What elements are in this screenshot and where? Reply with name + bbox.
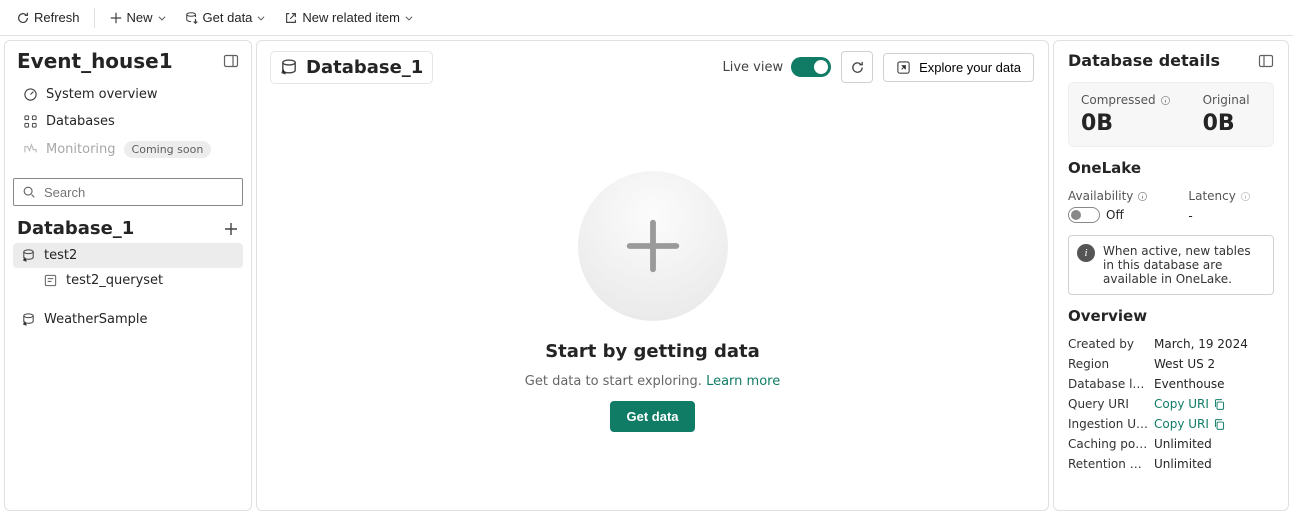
onelake-availability-toggle[interactable] xyxy=(1068,207,1100,223)
chevron-down-icon xyxy=(256,13,266,23)
onelake-info-text: When active, new tables in this database… xyxy=(1103,244,1265,286)
shortcut-icon xyxy=(21,312,36,327)
empty-state-illustration xyxy=(578,171,728,321)
refresh-icon xyxy=(16,11,30,25)
availability-label: Availability xyxy=(1068,189,1133,203)
database-name: Database_1 xyxy=(306,57,423,78)
get-data-button[interactable]: Get data xyxy=(177,6,275,29)
new-button[interactable]: New xyxy=(101,6,175,29)
get-data-label: Get data xyxy=(203,10,253,25)
database-section-title: Database_1 xyxy=(17,218,134,239)
toolbar-separator xyxy=(94,8,95,28)
left-panel: Event_house1 System overview Databases xyxy=(4,40,252,511)
storage-stats-card: Compressed 0B Original 0B xyxy=(1068,82,1274,147)
collapse-panel-icon[interactable] xyxy=(223,53,239,69)
plus-icon xyxy=(109,11,123,25)
search-input-wrap[interactable] xyxy=(13,178,243,206)
queryset-icon xyxy=(43,273,58,288)
database-location-value: Eventhouse xyxy=(1154,377,1274,391)
new-label: New xyxy=(127,10,153,25)
database-arrow-icon xyxy=(185,11,199,25)
chevron-down-icon xyxy=(157,13,167,23)
ingestion-url-copy[interactable]: Copy URI xyxy=(1154,417,1274,431)
get-data-cta-button[interactable]: Get data xyxy=(610,401,694,432)
region-label: Region xyxy=(1068,357,1148,371)
database-details-title: Database details xyxy=(1068,51,1220,70)
empty-state-subtitle: Get data to start exploring. Learn more xyxy=(525,374,780,389)
retention-policy-label: Retention policy xyxy=(1068,457,1148,471)
tree-item-label: test2_queryset xyxy=(66,273,235,288)
database-location-label: Database locati… xyxy=(1068,377,1148,391)
nav-system-overview-label: System overview xyxy=(46,87,158,102)
compass-icon xyxy=(896,60,911,75)
retention-policy-value: Unlimited xyxy=(1154,457,1274,471)
tree-item-label: WeatherSample xyxy=(44,312,235,327)
empty-state-title: Start by getting data xyxy=(545,341,760,362)
ingestion-url-label: Ingestion URL xyxy=(1068,417,1148,431)
shortcut-icon xyxy=(21,248,36,263)
copy-icon xyxy=(1213,398,1226,411)
original-label: Original xyxy=(1203,93,1250,107)
copy-icon xyxy=(1213,418,1226,431)
created-by-label: Created by xyxy=(1068,337,1148,351)
chevron-down-icon xyxy=(404,13,414,23)
grid-icon xyxy=(23,114,38,129)
nav-system-overview[interactable]: System overview xyxy=(13,81,243,108)
live-view-label: Live view xyxy=(722,60,783,75)
info-icon[interactable] xyxy=(1240,191,1251,202)
query-uri-label: Query URI xyxy=(1068,397,1148,411)
compressed-value: 0B xyxy=(1081,111,1171,136)
caching-policy-value: Unlimited xyxy=(1154,437,1274,451)
eventhouse-title: Event_house1 xyxy=(17,49,173,73)
region-value: West US 2 xyxy=(1154,357,1274,371)
tree-item-test2-queryset[interactable]: test2_queryset xyxy=(13,268,243,293)
gauge-icon xyxy=(23,87,38,102)
onelake-title: OneLake xyxy=(1068,159,1274,177)
right-panel: Database details Compressed 0B Ori xyxy=(1053,40,1289,511)
refresh-center-button[interactable] xyxy=(841,51,873,83)
explore-your-data-button[interactable]: Explore your data xyxy=(883,53,1034,82)
availability-value: Off xyxy=(1106,208,1124,222)
nav-databases-label: Databases xyxy=(46,114,115,129)
tree-item-test2[interactable]: test2 xyxy=(13,243,243,268)
new-related-item-button[interactable]: New related item xyxy=(276,6,422,29)
info-icon: i xyxy=(1077,244,1095,262)
caching-policy-label: Caching policy xyxy=(1068,437,1148,451)
nav-monitoring-label: Monitoring xyxy=(46,142,116,157)
info-icon[interactable] xyxy=(1160,95,1171,106)
onelake-info-box: i When active, new tables in this databa… xyxy=(1068,235,1274,295)
refresh-button[interactable]: Refresh xyxy=(8,6,88,29)
search-input[interactable] xyxy=(42,184,234,201)
info-icon[interactable] xyxy=(1137,191,1148,202)
tree-item-weathersample[interactable]: WeatherSample xyxy=(13,307,243,332)
live-view-toggle[interactable] xyxy=(791,57,831,77)
search-icon xyxy=(22,185,36,199)
tree-item-label: test2 xyxy=(44,248,235,263)
latency-label: Latency xyxy=(1188,189,1235,203)
refresh-label: Refresh xyxy=(34,10,80,25)
new-related-label: New related item xyxy=(302,10,400,25)
database-icon xyxy=(280,58,298,76)
expand-panel-icon[interactable] xyxy=(1258,53,1274,69)
coming-soon-badge: Coming soon xyxy=(124,141,212,158)
database-chip: Database_1 xyxy=(271,52,432,83)
query-uri-copy[interactable]: Copy URI xyxy=(1154,397,1274,411)
created-by-value: March, 19 2024 xyxy=(1154,337,1274,351)
latency-value: - xyxy=(1188,209,1250,223)
nav-monitoring: Monitoring Coming soon xyxy=(13,135,243,164)
nav-databases[interactable]: Databases xyxy=(13,108,243,135)
monitoring-icon xyxy=(23,142,38,157)
center-panel: Database_1 Live view Explore your data S… xyxy=(256,40,1049,511)
explore-label: Explore your data xyxy=(919,60,1021,75)
overview-kv-list: Created by March, 19 2024 Region West US… xyxy=(1068,337,1274,471)
original-value: 0B xyxy=(1203,111,1250,136)
overview-title: Overview xyxy=(1068,307,1274,325)
learn-more-link[interactable]: Learn more xyxy=(706,374,780,389)
add-database-button[interactable] xyxy=(223,221,239,237)
open-in-new-icon xyxy=(284,11,298,25)
compressed-label: Compressed xyxy=(1081,93,1156,107)
